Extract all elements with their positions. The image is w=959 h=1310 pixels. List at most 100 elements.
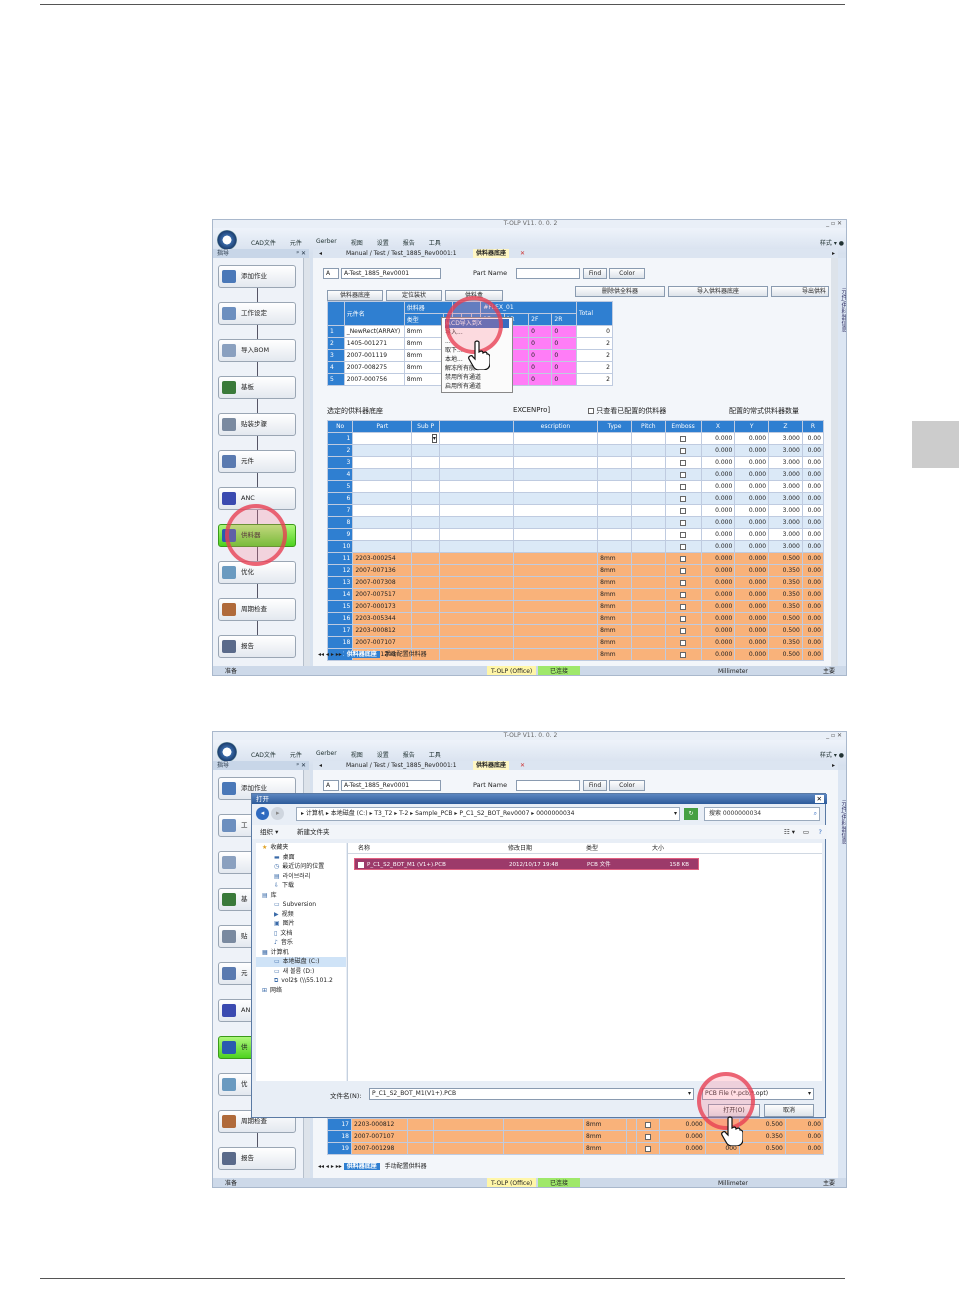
r-cell[interactable]: 0.00: [801, 492, 825, 505]
sheet-tab-feeder-base[interactable]: 供料器底座: [343, 651, 380, 658]
emboss-checkbox[interactable]: [664, 564, 702, 577]
checkbox-icon[interactable]: [680, 579, 687, 586]
z-cell[interactable]: 3.000: [768, 444, 803, 457]
x-cell[interactable]: 0.000: [700, 492, 736, 505]
col-size[interactable]: 大小: [652, 843, 692, 853]
part-cell[interactable]: [352, 492, 413, 505]
menu-tools[interactable]: 工具: [429, 238, 441, 247]
tree-item[interactable]: ★ 收藏夹: [256, 843, 346, 853]
part-cell[interactable]: 2203-000254: [352, 552, 413, 565]
menu-settings[interactable]: 设置: [377, 750, 389, 759]
sub-part-cell[interactable]: [411, 540, 440, 553]
x-cell[interactable]: 0.000: [700, 600, 736, 613]
context-menu-item-7[interactable]: 禁用所有通道: [445, 373, 509, 382]
checkbox-icon[interactable]: [680, 555, 687, 562]
part-cell[interactable]: 2007-007107: [352, 636, 413, 649]
r-cell[interactable]: 0.00: [801, 636, 825, 649]
r-cell[interactable]: 0.00: [784, 1142, 825, 1155]
checkbox-icon[interactable]: [644, 1145, 651, 1152]
search-icon[interactable]: ⌕: [814, 808, 817, 820]
y-cell[interactable]: 0.000: [734, 540, 770, 553]
r-cell[interactable]: 0.00: [801, 444, 825, 457]
dialog-close-icon[interactable]: ✕: [814, 795, 824, 803]
sub-part-cell[interactable]: [411, 444, 440, 457]
tree-item[interactable]: ◷ 最近访问的位置: [256, 862, 346, 872]
context-menu-item-8[interactable]: 启用所有通道: [445, 382, 509, 391]
y-cell[interactable]: 0.000: [734, 468, 770, 481]
window-controls[interactable]: _ ▫ ✕: [826, 732, 842, 740]
part-cell[interactable]: 2203-000812: [351, 1118, 408, 1131]
menu-report[interactable]: 报告: [403, 238, 415, 247]
preview-pane-icon[interactable]: ▭: [803, 825, 809, 839]
find-button[interactable]: Find: [583, 780, 607, 791]
tree-item[interactable]: ⇩ 下载: [256, 881, 346, 891]
y-cell[interactable]: 0.000: [734, 516, 770, 529]
table-row[interactable]: 17 2203-000812 8mm 0.000 0.500 0.00: [327, 1118, 825, 1131]
col-header-6[interactable]: Type: [597, 420, 632, 433]
x-cell[interactable]: 0.000: [700, 624, 736, 637]
guide-scrollbar[interactable]: [303, 258, 310, 666]
table-row[interactable]: 9 0.000 0.000 3.000 0.00: [326, 528, 825, 541]
x-cell[interactable]: 0.000: [700, 432, 736, 445]
part-cell[interactable]: [352, 432, 413, 445]
col-header-2[interactable]: Part: [352, 420, 413, 433]
emboss-checkbox[interactable]: [664, 624, 702, 637]
y-cell[interactable]: 0.000: [734, 444, 770, 457]
address-breadcrumb[interactable]: ▸ 计算机 ▸ 本地磁盘 (C:) ▸ T3_T2 ▸ T-2 ▸ Sample…: [296, 807, 680, 821]
emboss-checkbox[interactable]: [664, 588, 702, 601]
table-row[interactable]: 17 2203-000812 8mm 0.000 0.000 0.500 0.00: [326, 624, 825, 637]
job-combo[interactable]: A-Test_1885_Rev0001: [341, 268, 441, 279]
part-name-input[interactable]: [516, 780, 580, 791]
z-cell[interactable]: 0.500: [738, 1142, 786, 1155]
nav-back-forward[interactable]: ◂ ▸: [256, 807, 296, 821]
col-type[interactable]: 类型: [586, 843, 652, 853]
table-row[interactable]: 7 0.000 0.000 3.000 0.00: [326, 504, 825, 517]
search-input[interactable]: 搜索 0000000034 ⌕: [704, 807, 820, 821]
col-name[interactable]: 名称: [348, 843, 508, 853]
import-feeder-base-button[interactable]: 导入供料器底座: [668, 286, 768, 297]
menu-settings[interactable]: 设置: [377, 238, 389, 247]
x-cell[interactable]: 0.000: [700, 480, 736, 493]
tree-item[interactable]: ▶ 视频: [256, 910, 346, 920]
menu-gerber[interactable]: Gerber: [316, 750, 337, 759]
table-row[interactable]: 13 2007-007308 8mm 0.000 0.000 0.350 0.00: [326, 576, 825, 589]
z-cell[interactable]: 3.000: [768, 540, 803, 553]
r-cell[interactable]: 0.00: [784, 1130, 825, 1143]
x-cell[interactable]: 0.000: [658, 1130, 706, 1143]
table-row[interactable]: 14 2007-007517 8mm 0.000 0.000 0.350 0.00: [326, 588, 825, 601]
emboss-checkbox[interactable]: [635, 1142, 660, 1155]
flex-slot-cell[interactable]: 0: [551, 325, 577, 338]
table-row[interactable]: 15 2007-000173 8mm 0.000 0.000 0.350 0.00: [326, 600, 825, 613]
part-cell[interactable]: 2203-000812: [352, 624, 413, 637]
tab-scroll-left[interactable]: ◂: [319, 761, 322, 770]
checkbox-icon[interactable]: [680, 639, 687, 646]
part-cell[interactable]: 2007-007107: [351, 1130, 408, 1143]
delete-feeder-button[interactable]: 删除供全料器: [575, 286, 665, 297]
col-type[interactable]: 类型: [403, 313, 444, 326]
sub-part-cell[interactable]: [411, 456, 440, 469]
flex-slot-cell[interactable]: 0: [551, 349, 577, 362]
cancel-button[interactable]: 取消: [764, 1104, 814, 1117]
y-cell[interactable]: 0.000: [734, 432, 770, 445]
table-row[interactable]: 3 0.000 0.000 3.000 0.00: [326, 456, 825, 469]
col-header-11[interactable]: Z: [768, 420, 803, 433]
x-cell[interactable]: 0.000: [700, 540, 736, 553]
workspace-scrollbar[interactable]: [831, 258, 838, 666]
file-row-selected[interactable]: P_C1_S2_BOT_M1 (V1+).PCB 2012/10/17 19:4…: [354, 858, 699, 870]
col-header-8[interactable]: Emboss: [664, 420, 702, 433]
r-cell[interactable]: 0.00: [801, 504, 825, 517]
part-cell[interactable]: [352, 468, 413, 481]
back-icon[interactable]: ◂: [256, 807, 269, 820]
x-cell[interactable]: 0.000: [700, 468, 736, 481]
emboss-checkbox[interactable]: [664, 444, 702, 457]
tab-path[interactable]: Manual / Test / Test_1885_Rev0001:1: [346, 249, 457, 258]
checkbox-icon[interactable]: [680, 615, 687, 622]
flex-slot-cell[interactable]: 0: [551, 361, 577, 374]
table-row[interactable]: 2 0.000 0.000 3.000 0.00: [326, 444, 825, 457]
filename-dropdown-icon[interactable]: ▾: [688, 1089, 691, 1098]
combo-a[interactable]: A: [323, 268, 339, 279]
y-cell[interactable]: 0.000: [734, 552, 770, 565]
checkbox-icon[interactable]: [680, 495, 687, 502]
tree-item[interactable]: ▤ 라이브러리: [256, 872, 346, 882]
color-button[interactable]: Color: [609, 268, 645, 279]
